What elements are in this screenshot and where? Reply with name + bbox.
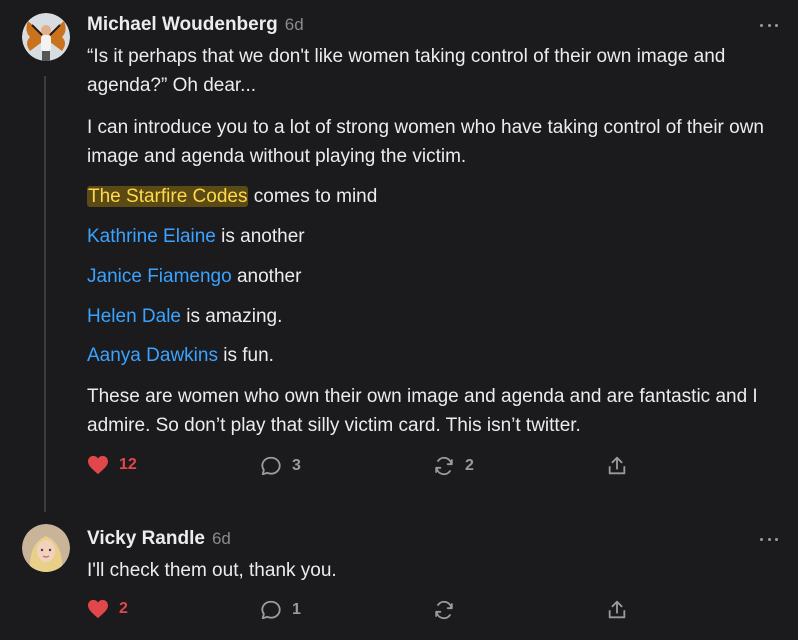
comment-paragraph: I'll check them out, thank you. (87, 560, 337, 581)
author-name[interactable]: Michael Woudenberg 6d (87, 14, 304, 36)
paragraph-text: is fun. (217, 345, 274, 366)
reply-button[interactable]: 3 (260, 455, 301, 477)
heart-icon (88, 455, 108, 475)
restack-icon (435, 600, 453, 620)
thread-line (44, 76, 46, 512)
avatar[interactable] (22, 524, 70, 572)
like-button[interactable]: 2 (87, 599, 128, 619)
share-button[interactable] (606, 599, 628, 621)
reply-count: 1 (292, 601, 301, 618)
comment-paragraph: I can introduce you to a lot of strong w… (87, 117, 764, 167)
comment-paragraph: The Starfire Codes comes to mind (87, 182, 787, 211)
reply-button[interactable]: 1 (260, 599, 301, 621)
heart-icon (88, 599, 108, 619)
paragraph-text: is another (215, 226, 305, 247)
comment-paragraph: Janice Fiamengo another (87, 262, 787, 291)
timestamp[interactable]: 6d (285, 15, 304, 34)
restack-button[interactable]: 2 (433, 455, 474, 477)
share-icon (608, 456, 626, 475)
highlighted-mention[interactable]: The Starfire Codes (87, 186, 249, 207)
mention-link[interactable]: Aanya Dawkins (87, 345, 218, 366)
mention-link[interactable]: Janice Fiamengo (87, 266, 232, 287)
comment-paragraph: “Is it perhaps that we don't like women … (87, 46, 726, 96)
comment-paragraph: Aanya Dawkins is fun. (87, 341, 787, 370)
comment-paragraph: Helen Dale is amazing. (87, 302, 787, 331)
comment-michael: Michael Woudenberg 6d “Is it perhaps that… (0, 0, 798, 512)
restack-count: 2 (465, 457, 474, 474)
like-count: 12 (119, 456, 137, 473)
mention-link[interactable]: Helen Dale (87, 306, 181, 327)
more-icon[interactable] (760, 536, 778, 542)
comment-paragraph: Kathrine Elaine is another (87, 222, 787, 251)
author-name-text[interactable]: Michael Woudenberg (87, 14, 278, 35)
comment-vicky: Vicky Randle 6d I'll check them out, than… (0, 500, 798, 640)
comment-icon (261, 600, 281, 620)
share-button[interactable] (606, 455, 628, 477)
mention-link[interactable]: Kathrine Elaine (87, 226, 216, 247)
author-name-text[interactable]: Vicky Randle (87, 528, 205, 549)
more-icon[interactable] (760, 22, 778, 28)
restack-icon (435, 456, 453, 476)
paragraph-text: is amazing. (181, 306, 283, 327)
share-icon (608, 600, 626, 619)
like-button[interactable]: 12 (87, 455, 137, 475)
avatar[interactable] (22, 13, 70, 61)
restack-button[interactable] (433, 599, 455, 621)
like-count: 2 (119, 600, 128, 617)
comment-icon (261, 456, 281, 476)
paragraph-text: comes to mind (248, 186, 378, 207)
paragraph-text: another (231, 266, 302, 287)
author-name[interactable]: Vicky Randle 6d (87, 528, 231, 550)
timestamp[interactable]: 6d (212, 529, 231, 548)
reply-count: 3 (292, 457, 301, 474)
comment-paragraph: These are women who own their own image … (87, 386, 758, 436)
